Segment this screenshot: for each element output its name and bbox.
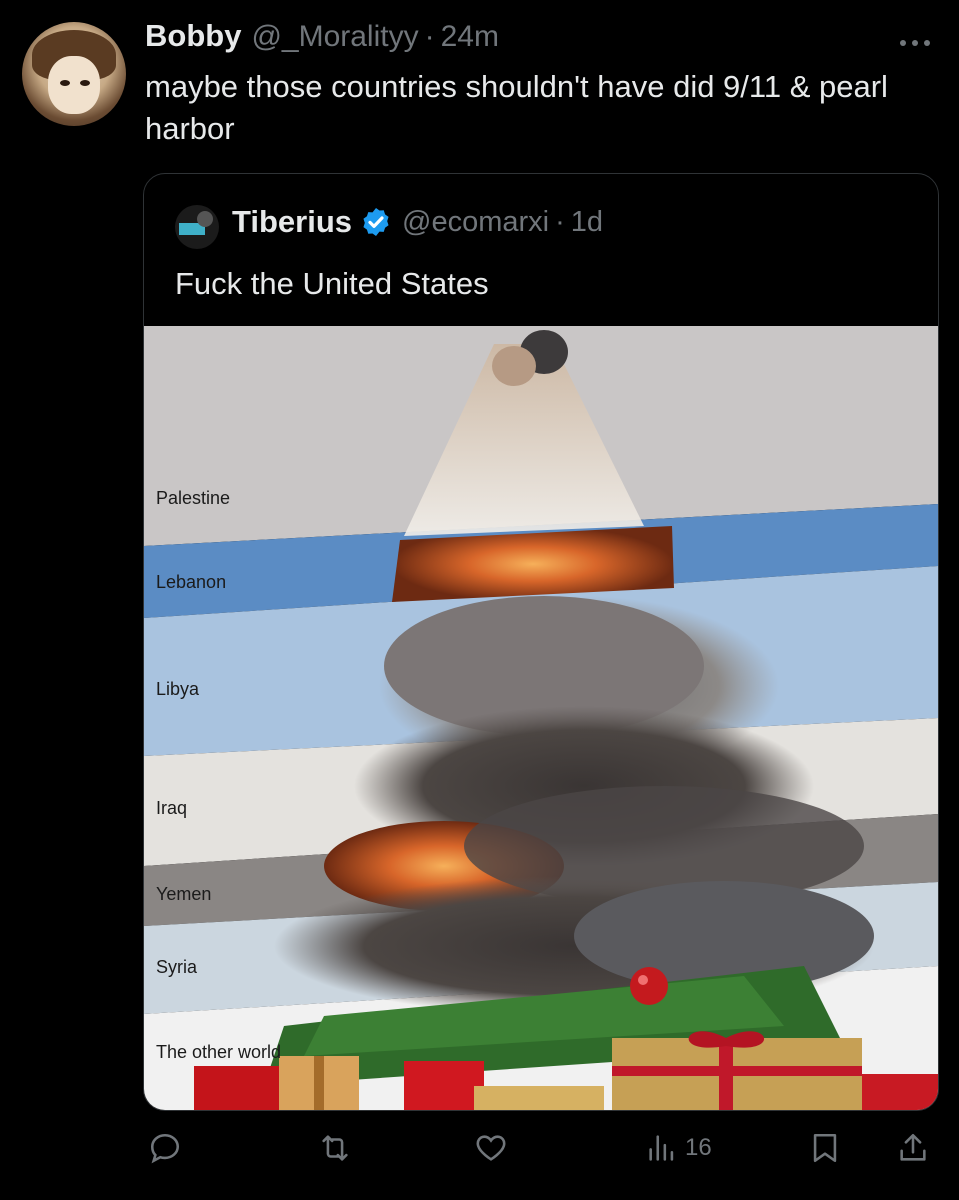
bookmark-button[interactable] xyxy=(808,1125,842,1171)
quoted-tweet-header: Tiberius @ecomarxi · 1d xyxy=(232,204,603,240)
image-label-iraq: Iraq xyxy=(156,798,188,818)
avatar-eye xyxy=(80,80,90,86)
views-button[interactable]: 16 xyxy=(645,1125,712,1171)
image-label-lebanon: Lebanon xyxy=(156,572,227,592)
quoted-author-handle[interactable]: @ecomarxi xyxy=(402,206,549,239)
quoted-tweet-card[interactable]: Tiberius @ecomarxi · 1d Fuck the United … xyxy=(143,173,939,1111)
retweet-button[interactable] xyxy=(318,1125,352,1171)
image-label-yemen: Yemen xyxy=(156,884,212,904)
quoted-author-avatar[interactable] xyxy=(175,205,219,249)
image-label-other-world: The other world xyxy=(156,1042,282,1062)
tweet-action-bar: 16 xyxy=(0,1125,959,1175)
avatar-face xyxy=(48,56,100,114)
header-separator: · xyxy=(555,205,565,238)
bookmark-icon xyxy=(813,1133,837,1163)
verified-badge-icon xyxy=(363,208,389,236)
reply-icon xyxy=(150,1133,180,1164)
quoted-tweet-image[interactable]: Palestine Lebanon Libya Iraq Yemen Syria… xyxy=(144,326,938,1110)
quoted-tweet-time[interactable]: 1d xyxy=(571,206,603,239)
like-button[interactable] xyxy=(474,1125,508,1171)
meme-illustration xyxy=(144,326,938,1110)
more-options-button[interactable] xyxy=(898,22,932,56)
author-handle[interactable]: @_Moralityy xyxy=(251,20,418,54)
tweet-header: Bobby @_Moralityy · 24m xyxy=(145,18,499,58)
header-separator: · xyxy=(424,20,435,53)
share-button[interactable] xyxy=(896,1125,930,1171)
image-label-palestine: Palestine xyxy=(156,488,231,508)
share-icon xyxy=(900,1133,926,1161)
tweet-time[interactable]: 24m xyxy=(441,20,499,54)
views-count: 16 xyxy=(685,1134,712,1161)
image-label-libya: Libya xyxy=(156,679,200,699)
quoted-author-name[interactable]: Tiberius xyxy=(232,204,352,240)
ellipsis-icon xyxy=(900,40,930,46)
tweet-text: maybe those countries shouldn't have did… xyxy=(145,69,888,146)
views-icon xyxy=(649,1135,674,1161)
avatar-eye xyxy=(60,80,70,86)
retweet-icon xyxy=(322,1135,348,1161)
reply-button[interactable] xyxy=(148,1125,182,1171)
author-avatar[interactable] xyxy=(22,22,126,126)
avatar-shape xyxy=(197,211,213,227)
heart-icon xyxy=(476,1135,506,1161)
quoted-tweet-text: Fuck the United States xyxy=(175,266,489,301)
author-name[interactable]: Bobby xyxy=(145,18,241,54)
image-label-syria: Syria xyxy=(156,957,198,977)
